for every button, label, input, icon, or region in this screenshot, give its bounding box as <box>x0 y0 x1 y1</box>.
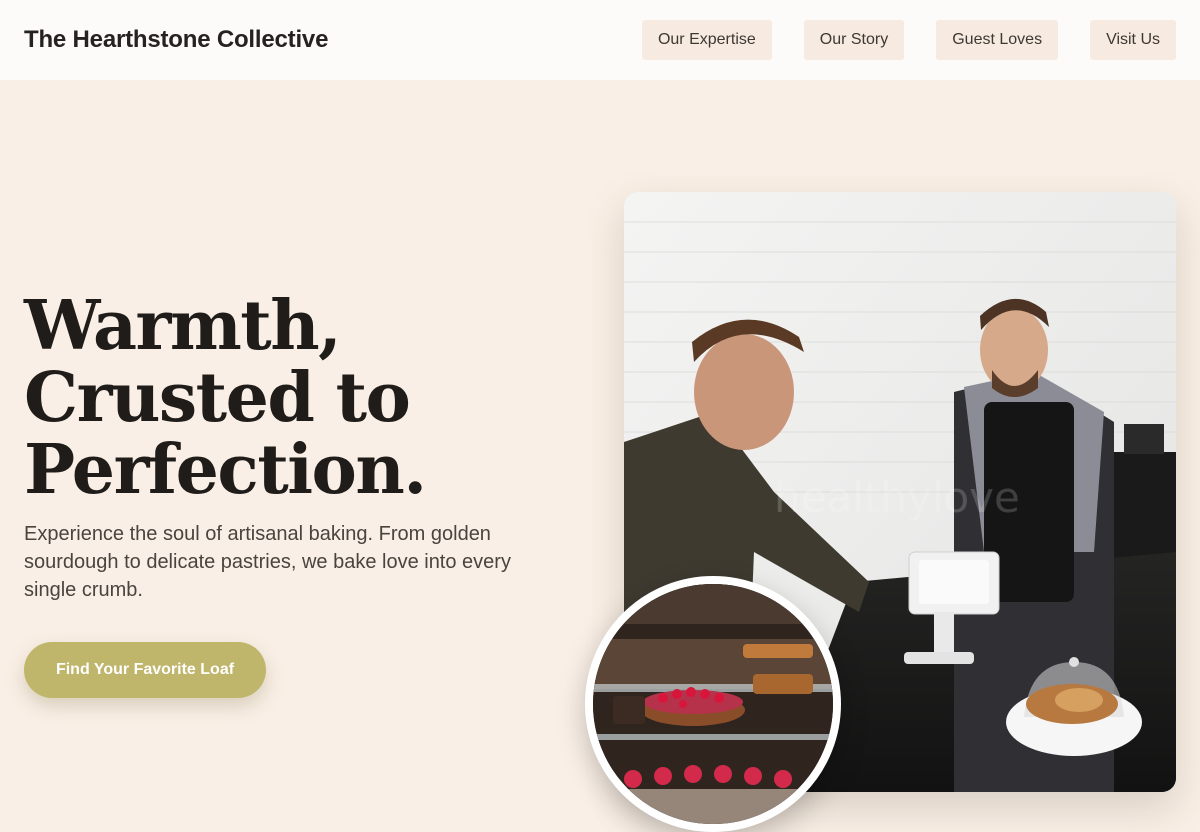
headline-line-3: Perfection. <box>24 430 427 510</box>
hero-text: Warmth, Crusted to Perfection. Experienc… <box>24 290 564 604</box>
nav-guest-loves[interactable]: Guest Loves <box>936 20 1059 60</box>
brand-logo[interactable]: The Hearthstone Collective <box>24 26 328 54</box>
headline-line-1: Warmth, <box>24 286 342 366</box>
site-header: The Hearthstone Collective Our Expertise… <box>0 0 1200 80</box>
headline-line-2: Crusted to <box>24 358 411 438</box>
nav-visit-us[interactable]: Visit Us <box>1090 20 1176 60</box>
nav-our-story[interactable]: Our Story <box>803 20 905 60</box>
svg-text:healthylove: healthylove <box>774 473 1020 522</box>
pastry-display-photo <box>585 576 841 832</box>
find-loaf-button[interactable]: Find Your Favorite Loaf <box>24 642 266 698</box>
nav-our-expertise[interactable]: Our Expertise <box>641 20 772 60</box>
main-nav: Our Expertise Our Story Guest Loves Visi… <box>641 20 1176 60</box>
hero-subtext: Experience the soul of artisanal baking.… <box>24 523 511 601</box>
hero-headline: Warmth, Crusted to Perfection. <box>24 290 564 506</box>
